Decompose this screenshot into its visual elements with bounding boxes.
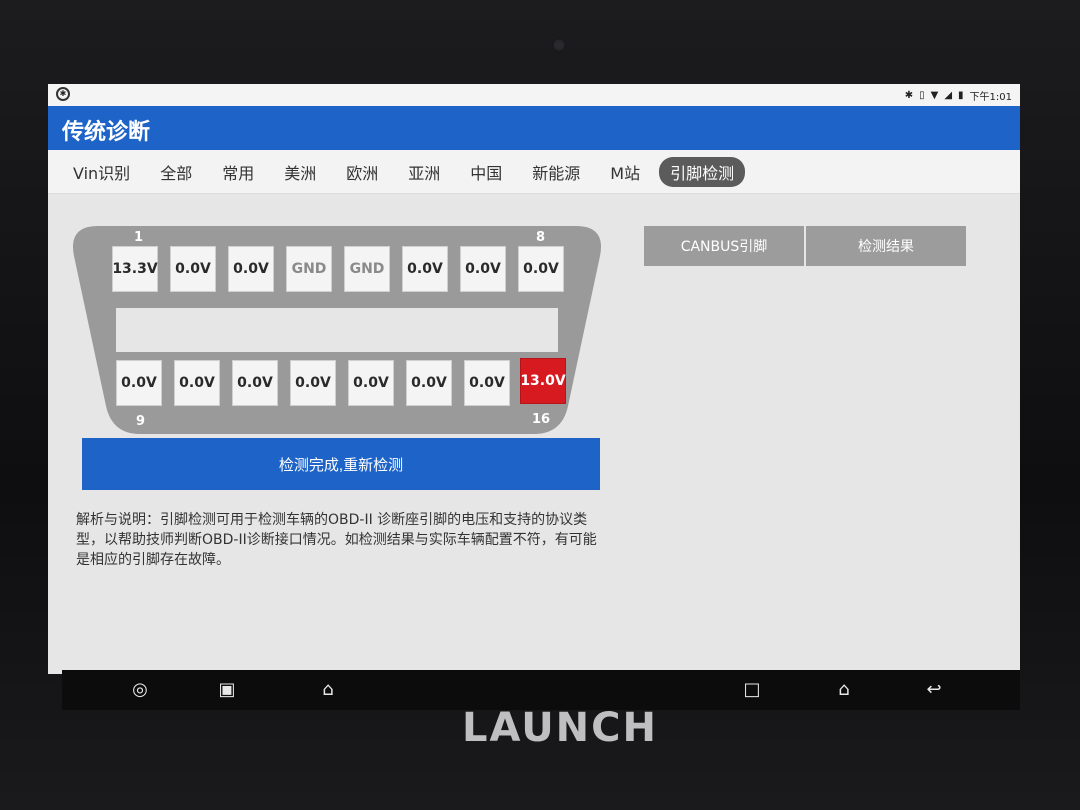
pin-13: 0.0V bbox=[348, 360, 394, 406]
screen: ✱ ✱ ▯ ▼ ◢ ▮ 下午1:01 传统诊断 Vin识别 全部 常用 美洲 欧… bbox=[48, 84, 1020, 674]
vibrate-icon: ▯ bbox=[919, 90, 925, 101]
app-status-icon: ✱ bbox=[56, 87, 70, 101]
pin-label-9: 9 bbox=[136, 414, 146, 429]
main-content: 1 8 9 16 13.3V 0.0V 0.0V GND GND 0.0V 0.… bbox=[48, 194, 1020, 674]
pin-4: GND bbox=[286, 246, 332, 292]
tab-pin-detection[interactable]: 引脚检测 bbox=[659, 156, 746, 187]
pin-15: 0.0V bbox=[464, 360, 510, 406]
tab-common[interactable]: 常用 bbox=[211, 157, 265, 187]
bluetooth-icon: ✱ bbox=[904, 90, 914, 101]
result-tabs: CANBUS引脚 检测结果 bbox=[644, 226, 968, 266]
pin-14: 0.0V bbox=[406, 360, 452, 406]
pin-label-16: 16 bbox=[532, 412, 551, 427]
app-bar: 传统诊断 bbox=[48, 106, 1020, 150]
pin-2: 0.0V bbox=[170, 246, 216, 292]
vci-icon[interactable]: ⌂ bbox=[316, 678, 340, 702]
retest-button[interactable]: 检测完成,重新检测 bbox=[82, 438, 600, 490]
pin-6: 0.0V bbox=[402, 246, 448, 292]
status-icons: ✱ ▯ ▼ ◢ ▮ 下午1:01 bbox=[905, 88, 1012, 103]
brand-logo: LAUNCH bbox=[461, 705, 658, 751]
pin-label-8: 8 bbox=[536, 230, 546, 245]
tab-canbus-pins[interactable]: CANBUS引脚 bbox=[644, 226, 806, 266]
tab-asia[interactable]: 亚洲 bbox=[397, 157, 451, 187]
home-icon[interactable]: ⌂ bbox=[832, 678, 856, 702]
tab-vin[interactable]: Vin识别 bbox=[62, 157, 141, 187]
category-tabs: Vin识别 全部 常用 美洲 欧洲 亚洲 中国 新能源 M站 引脚检测 bbox=[48, 150, 1020, 194]
status-time: 下午1:01 bbox=[969, 92, 1012, 103]
explanation-text: 解析与说明：引脚检测可用于检测车辆的OBD-II 诊断座引脚的电压和支持的协议类… bbox=[76, 512, 597, 568]
pin-11: 0.0V bbox=[232, 360, 278, 406]
status-bar: ✱ ✱ ▯ ▼ ◢ ▮ 下午1:01 bbox=[48, 84, 1020, 106]
camera bbox=[552, 38, 566, 52]
pin-9: 0.0V bbox=[116, 360, 162, 406]
pin-16: 13.0V bbox=[520, 358, 566, 404]
navigation-bar: ◎ ▣ ⌂ □ ⌂ ↩ bbox=[62, 670, 1020, 710]
pin-7: 0.0V bbox=[460, 246, 506, 292]
pin-1: 13.3V bbox=[112, 246, 158, 292]
pin-8: 0.0V bbox=[518, 246, 564, 292]
tab-m-station[interactable]: M站 bbox=[599, 157, 651, 187]
pin-12: 0.0V bbox=[290, 360, 336, 406]
page-title: 传统诊断 bbox=[62, 120, 151, 145]
signal-icon: ◢ bbox=[944, 90, 953, 101]
wifi-icon: ▼ bbox=[930, 90, 939, 101]
pin-10: 0.0V bbox=[174, 360, 220, 406]
gallery-icon[interactable]: ▣ bbox=[215, 678, 239, 702]
pin-5: GND bbox=[344, 246, 390, 292]
recents-icon[interactable]: □ bbox=[740, 678, 764, 702]
pin-label-1: 1 bbox=[134, 230, 144, 245]
back-icon[interactable]: ↩ bbox=[922, 678, 946, 702]
orbit-icon[interactable]: ◎ bbox=[128, 678, 152, 702]
tab-america[interactable]: 美洲 bbox=[273, 157, 327, 187]
tab-china[interactable]: 中国 bbox=[459, 157, 513, 187]
battery-icon: ▮ bbox=[958, 90, 964, 101]
tab-europe[interactable]: 欧洲 bbox=[335, 157, 389, 187]
tab-all[interactable]: 全部 bbox=[149, 157, 203, 187]
tab-new-energy[interactable]: 新能源 bbox=[521, 157, 591, 187]
obd-connector: 1 8 9 16 13.3V 0.0V 0.0V GND GND 0.0V 0.… bbox=[68, 226, 606, 434]
pin-3: 0.0V bbox=[228, 246, 274, 292]
tab-detection-result[interactable]: 检测结果 bbox=[806, 226, 968, 266]
